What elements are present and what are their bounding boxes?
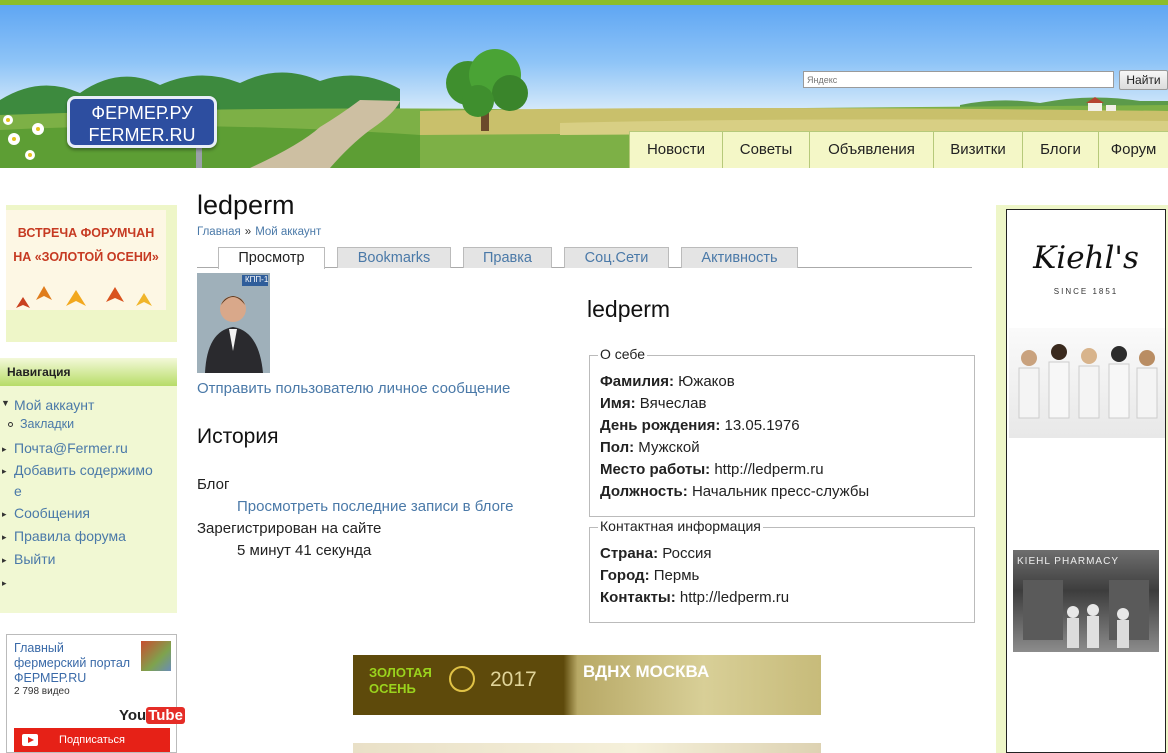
avatar-badge: КПП-1 [245,275,269,284]
nav-blogs[interactable]: Блоги [1022,131,1098,168]
breadcrumb-separator: » [244,226,252,238]
breadcrumb: Главная» Мой аккаунт [197,226,321,238]
tab-activity[interactable]: Активность [681,247,798,268]
youtube-logo: You Tube [119,707,185,724]
promo-line-1: ВСТРЕЧА ФОРУМЧАН [17,226,155,240]
tab-social[interactable]: Соц.Сети [564,247,669,268]
about-row-surname: Фамилия: Южаков [600,373,735,390]
youtube-logo-you: You [119,707,147,724]
nav-mail[interactable]: Почта@Fermer.ru [14,440,128,456]
kiehls-logo: Kiehl's [1033,240,1139,276]
history-registered-label: Зарегистрирован на сайте [197,520,382,537]
kiehls-pharmacy-photo: KIEHL PHARMACY [1013,550,1159,652]
nav-cards[interactable]: Визитки [933,131,1022,168]
breadcrumb-home[interactable]: Главная [197,226,241,238]
contacts-row-contacts: Контакты: http://ledperm.ru [600,589,790,606]
about-legend: О себе [598,346,648,362]
subscribe-label: Подписаться [59,734,125,746]
navigation-block: Навигация ▼ Мой аккаунт Закладки ▸ Почта… [0,358,177,613]
navigation-title: Навигация [0,358,177,386]
tab-bookmarks[interactable]: Bookmarks [337,247,451,268]
avatar-photo [197,273,270,373]
page-title: ledperm [197,190,295,220]
youtube-widget: Главный фермерский портал ФЕРМЕР.RU 2 79… [6,634,185,753]
youtube-subscribe-button[interactable]: Подписаться [14,728,170,752]
tab-view[interactable]: Просмотр [218,247,325,269]
logo-text-en: FERMER.RU [88,125,196,145]
forum-meeting-promo[interactable]: ВСТРЕЧА ФОРУМЧАН НА «ЗОЛОТОЙ ОСЕНИ» [6,205,177,342]
contacts-fieldset: Контактная информация Страна: Россия Гор… [589,518,975,623]
nav-news[interactable]: Новости [629,131,722,168]
site-logo[interactable]: ФЕРМЕР.РУ FERMER.RU [67,96,217,148]
about-row-gender: Пол: Мужской [600,439,700,456]
user-avatar: КПП-1 [197,273,270,373]
collapsed-arrow-icon: ▸ [2,532,7,542]
about-row-position: Должность: Начальник пресс-службы [600,483,870,500]
logo-sign-pole [196,145,202,168]
breadcrumb-my-account[interactable]: Мой аккаунт [255,226,321,238]
kiehls-since: SINCE 1851 [1053,287,1119,296]
nav-logout[interactable]: Выйти [14,551,55,567]
youtube-video-count: 2 798 видео [14,686,70,697]
promo-line-2: НА «ЗОЛОТОЙ ОСЕНИ» [13,250,159,264]
about-row-name: Имя: Вячеслав [600,395,707,412]
banner-city: ВДНХ МОСКВА [583,662,710,681]
nav-forum[interactable]: Форум [1098,131,1168,168]
kiehls-ad[interactable]: Kiehl's SINCE 1851 KIEHL PHARMACY [1006,209,1166,753]
search-input[interactable] [803,71,1114,88]
leaf-emblem-icon [449,666,475,692]
main-navigation: Новости Советы Объявления Визитки Блоги … [629,131,1168,168]
nav-add-content-wrap[interactable]: е [14,483,22,499]
nav-messages[interactable]: Сообщения [14,505,90,521]
golden-autumn-banner[interactable]: ЗОЛОТАЯ ОСЕНЬ 2017 ВДНХ МОСКВА [353,655,821,715]
kiehls-group-photo [1009,328,1165,438]
send-private-message-link[interactable]: Отправить пользователю личное сообщение [197,380,510,397]
bullet-icon [8,422,13,427]
nav-ads[interactable]: Объявления [809,131,933,168]
youtube-channel-title[interactable]: Главный фермерский портал ФЕРМЕР.RU [14,641,139,686]
history-heading: История [197,425,279,448]
second-banner[interactable] [353,743,821,753]
banner-year: 2017 [490,668,537,691]
channel-thumbnail[interactable] [141,641,171,671]
collapsed-arrow-icon: ▸ [2,444,7,454]
youtube-play-icon [22,734,38,746]
nav-tips[interactable]: Советы [722,131,809,168]
nav-add-content[interactable]: Добавить содержимо [14,462,153,478]
collapsed-arrow-icon: ▸ [2,578,7,588]
logo-text-ru: ФЕРМЕР.РУ [91,103,193,123]
about-row-birthday: День рождения: 13.05.1976 [600,417,800,434]
youtube-logo-tube: Tube [146,707,185,724]
about-fieldset: О себе Фамилия: Южаков Имя: Вячеслав Ден… [589,346,975,517]
nav-forum-rules[interactable]: Правила форума [14,528,126,544]
collapsed-arrow-icon: ▸ [2,466,7,476]
tab-edit[interactable]: Правка [463,247,552,268]
history-blog-label: Блог [197,476,230,493]
contacts-legend: Контактная информация [598,518,763,534]
history-registered-value: 5 минут 41 секунда [237,542,372,559]
view-blog-posts-link[interactable]: Просмотреть последние записи в блоге [237,498,513,515]
nav-my-account[interactable]: Мой аккаунт [14,397,94,413]
people-photo [1018,344,1158,419]
about-row-workplace: Место работы: http://ledperm.ru [600,461,824,478]
expanded-arrow-icon: ▼ [1,398,10,408]
banner-line-2: ОСЕНЬ [369,681,416,696]
collapsed-arrow-icon: ▸ [2,555,7,565]
banner-line-1: ЗОЛОТАЯ [369,665,432,680]
collapsed-arrow-icon: ▸ [2,509,7,519]
search-button[interactable]: Найти [1119,70,1168,90]
pharmacy-sign: KIEHL PHARMACY [1017,556,1119,567]
profile-username: ledperm [587,296,671,322]
contacts-row-city: Город: Пермь [600,567,700,584]
contacts-row-country: Страна: Россия [600,545,712,562]
nav-bookmarks[interactable]: Закладки [20,417,74,431]
